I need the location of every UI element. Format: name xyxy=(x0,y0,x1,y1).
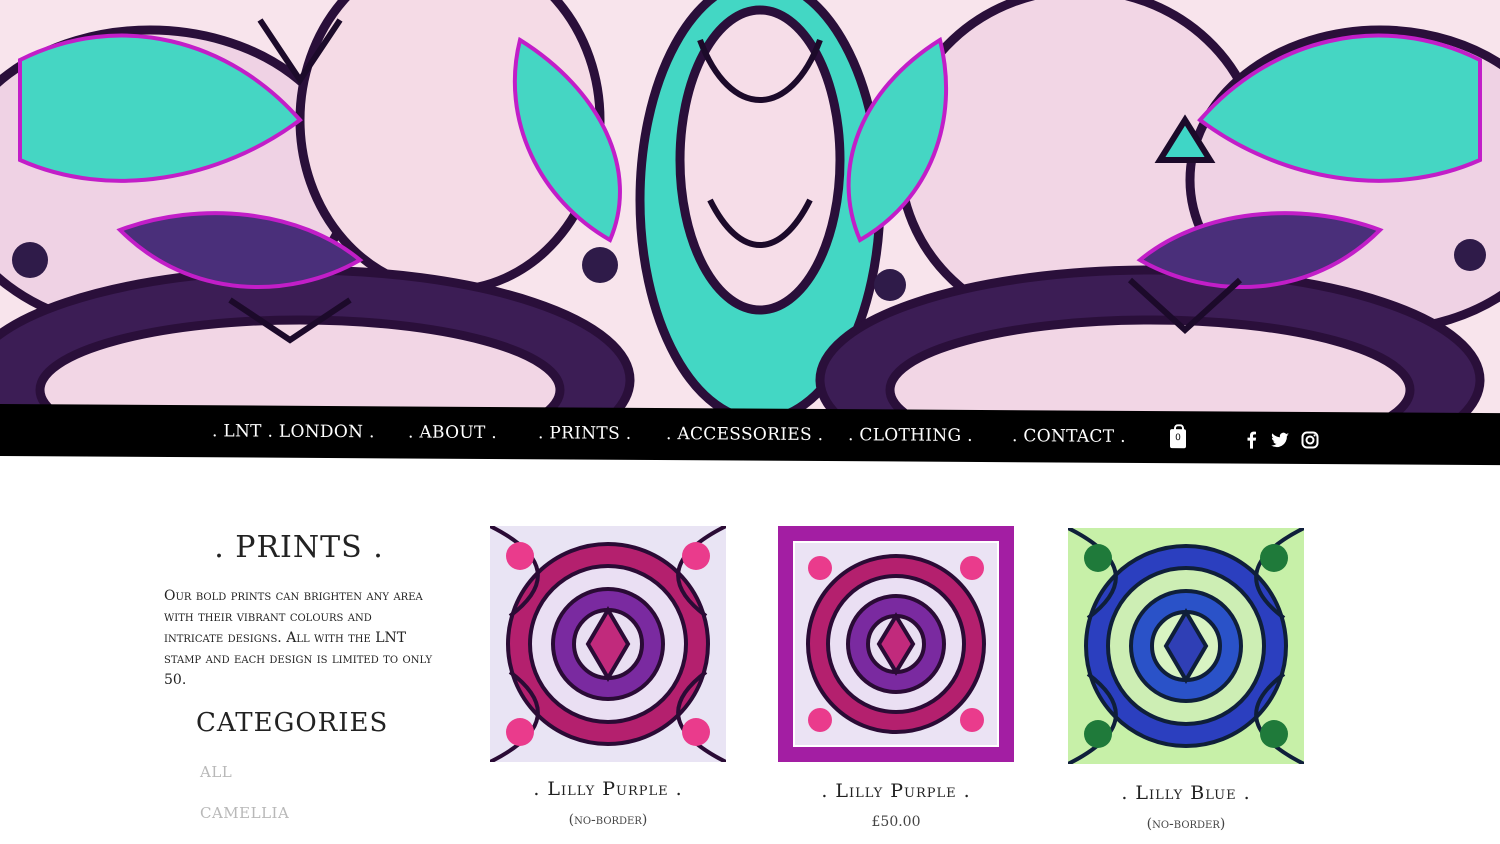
nav-item-about[interactable]: . ABOUT . xyxy=(408,422,497,443)
main-nav: . LNT . LONDON . . ABOUT . . PRINTS . . … xyxy=(0,404,1500,466)
nav-item-clothing[interactable]: . CLOTHING . xyxy=(848,425,973,446)
product-name[interactable]: . Lilly Purple . xyxy=(758,780,1034,802)
categories-heading: CATEGORIES xyxy=(196,708,389,738)
product-image[interactable] xyxy=(490,526,726,762)
product-name[interactable]: . Lilly Purple . xyxy=(470,778,746,800)
page-description: Our bold prints can brighten any area wi… xyxy=(164,588,433,688)
nav-item-prints[interactable]: . PRINTS . xyxy=(538,423,631,444)
shopping-bag-icon[interactable]: 0 xyxy=(1170,429,1186,449)
product-subtitle: (no-border) xyxy=(568,812,648,828)
facebook-icon[interactable] xyxy=(1242,430,1262,450)
cart-count: 0 xyxy=(1175,433,1181,444)
product-name[interactable]: . Lilly Blue . xyxy=(1048,782,1324,804)
nav-item-home[interactable]: . LNT . LONDON . xyxy=(212,421,375,442)
product-price: £50.00 xyxy=(871,814,921,830)
product-image[interactable] xyxy=(1068,528,1304,764)
page-title: . PRINTS . xyxy=(214,530,384,565)
product-image[interactable] xyxy=(778,526,1014,762)
category-link-all[interactable]: ALL xyxy=(200,763,232,781)
product-card[interactable]: . Lilly Blue . (no-border) xyxy=(1068,528,1304,832)
product-subtitle: (no-border) xyxy=(1146,816,1226,832)
product-card[interactable]: . Lilly Purple . £50.00 xyxy=(778,526,1014,830)
twitter-icon[interactable] xyxy=(1270,430,1290,450)
nav-item-contact[interactable]: . CONTACT . xyxy=(1012,426,1126,447)
instagram-icon[interactable] xyxy=(1300,430,1320,450)
category-link-camellia[interactable]: CAMELLIA xyxy=(200,804,289,822)
product-card[interactable]: . Lilly Purple . (no-border) xyxy=(490,526,726,828)
hero-banner xyxy=(0,0,1500,420)
nav-item-accessories[interactable]: . ACCESSORIES . xyxy=(666,424,823,445)
hero-pattern-image xyxy=(0,0,1500,420)
